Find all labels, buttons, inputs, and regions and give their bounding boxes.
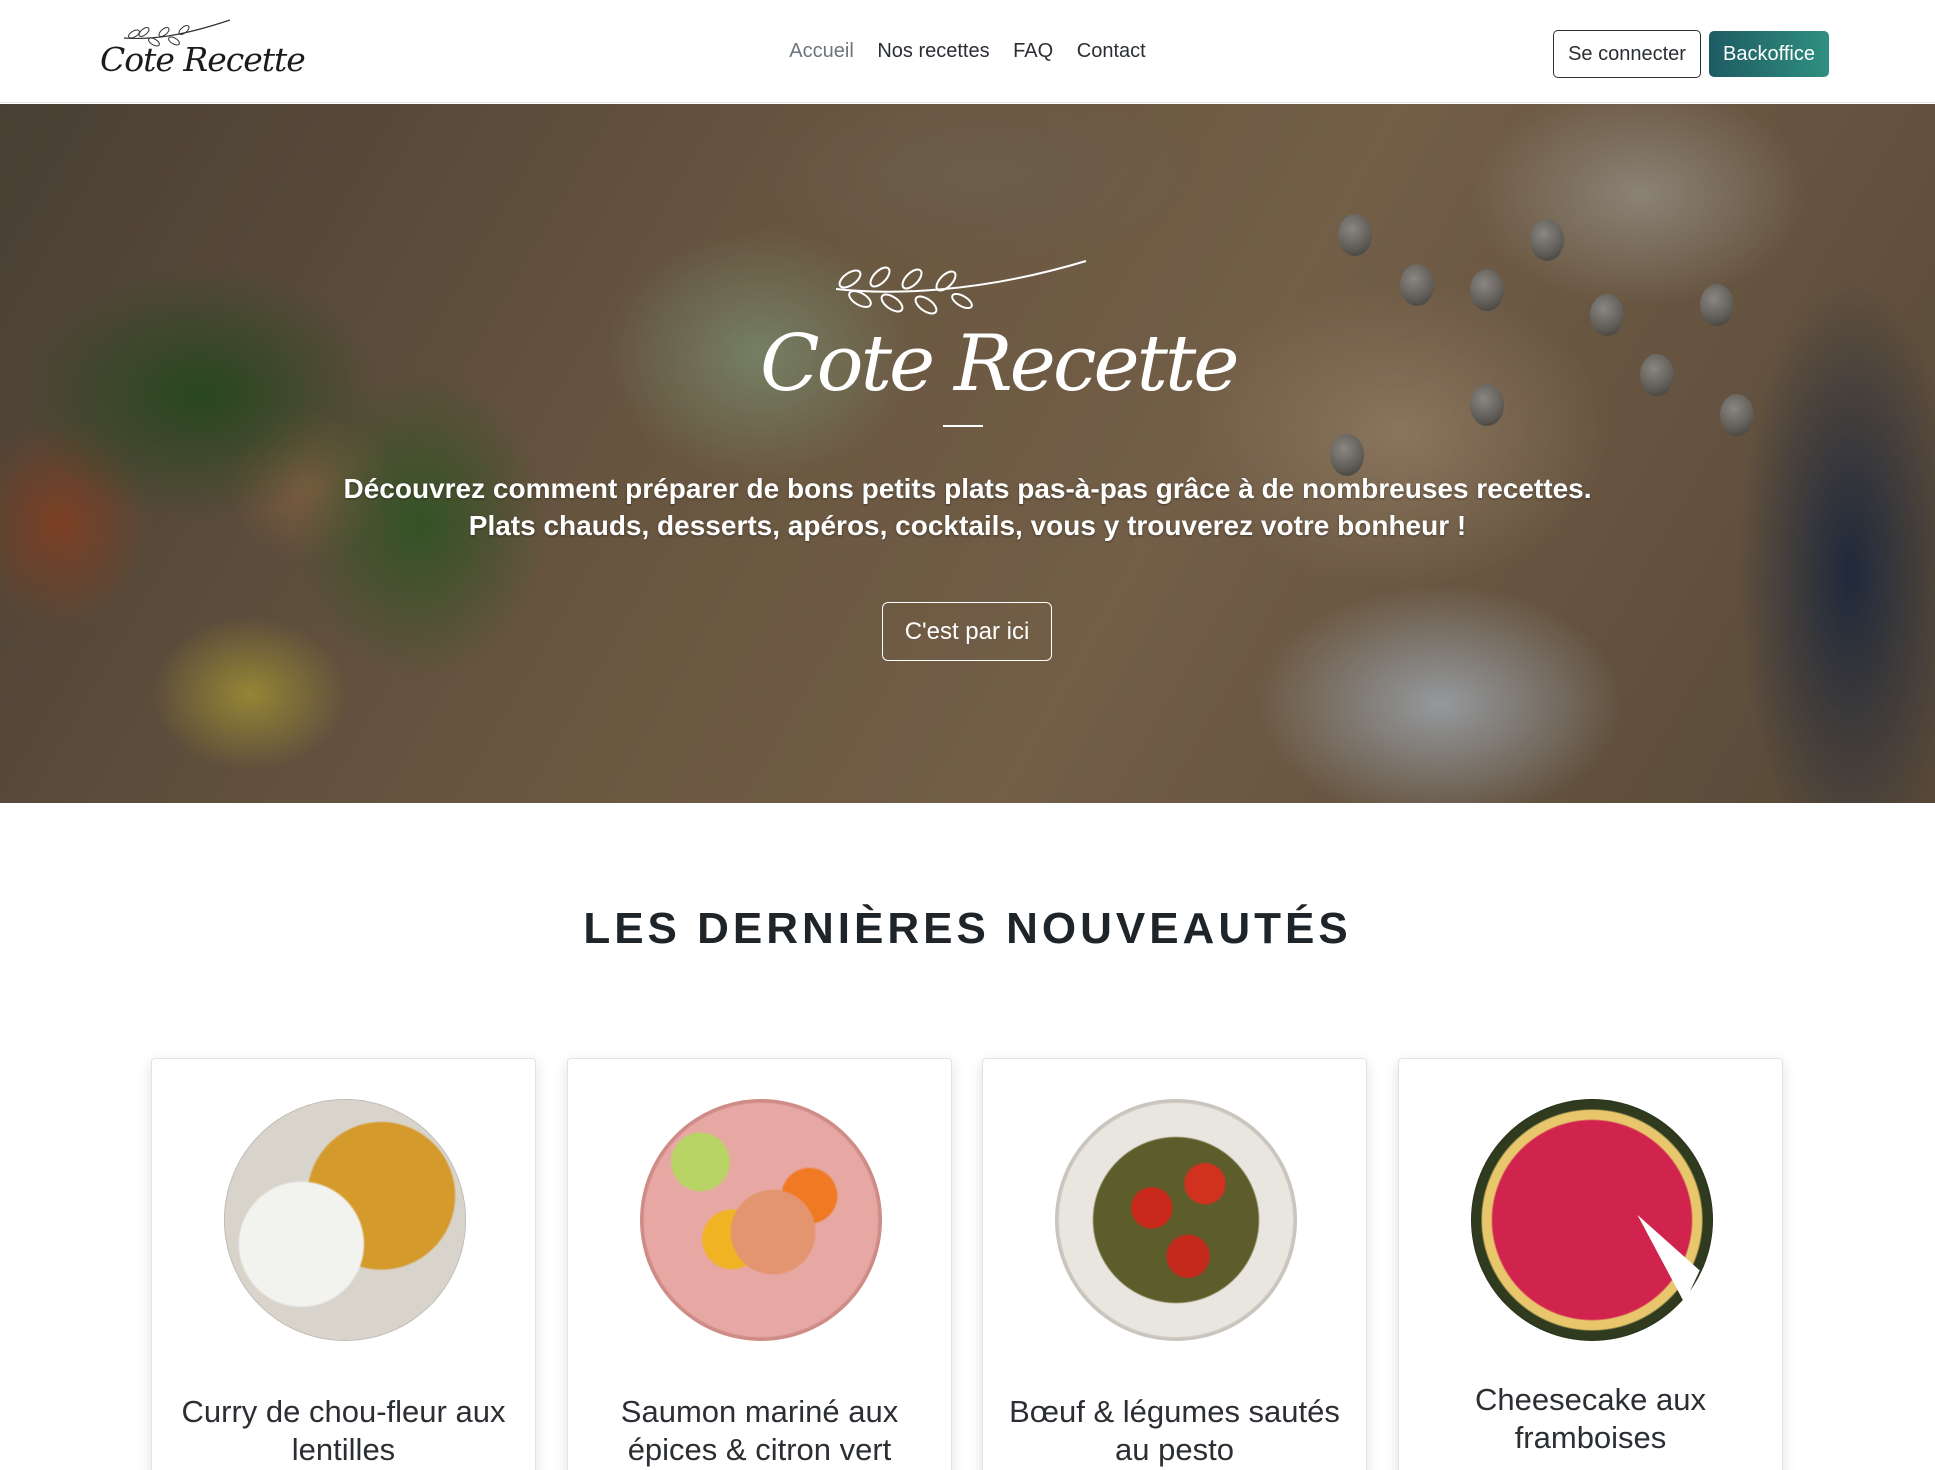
recipe-image — [1055, 1099, 1297, 1341]
hero-tagline-line1: Découvrez comment préparer de bons petit… — [343, 473, 1592, 504]
recipe-card[interactable]: Cheesecake aux framboises — [1398, 1058, 1783, 1470]
section-title: LES DERNIÈRES NOUVEAUTÉS — [583, 904, 1352, 953]
login-button[interactable]: Se connecter — [1553, 30, 1701, 78]
navbar: Cote Recette Accueil Nos recettes FAQ Co… — [0, 0, 1935, 103]
hero-cta-button[interactable]: C'est par ici — [882, 602, 1052, 661]
backoffice-button[interactable]: Backoffice — [1709, 31, 1829, 77]
divider-line — [943, 425, 983, 427]
recipe-title: Saumon mariné aux épices & citron vert — [620, 1394, 899, 1467]
hero-logo-text: Cote Recette — [760, 319, 1240, 409]
recipe-card[interactable]: Curry de chou-fleur aux lentilles — [151, 1058, 536, 1470]
recipe-title: Bœuf & légumes sautés au pesto — [1009, 1394, 1340, 1467]
recipe-card[interactable]: Bœuf & légumes sautés au pesto — [982, 1058, 1367, 1470]
recipe-image — [1471, 1099, 1713, 1341]
recipe-title: Curry de chou-fleur aux lentilles — [181, 1394, 506, 1467]
recipe-image — [640, 1099, 882, 1341]
nav-link-contact[interactable]: Contact — [1077, 40, 1146, 63]
hero-tagline: Découvrez comment préparer de bons petit… — [0, 470, 1935, 544]
hero-overlay — [0, 104, 1935, 803]
recipe-card[interactable]: Saumon mariné aux épices & citron vert — [567, 1058, 952, 1470]
leaf-branch-icon — [835, 260, 1087, 315]
recipe-title: Cheesecake aux framboises — [1475, 1382, 1706, 1455]
hero-banner: Cote Recette Découvrez comment préparer … — [0, 104, 1935, 803]
hero-tagline-line2: Plats chauds, desserts, apéros, cocktail… — [468, 510, 1467, 541]
recipe-image — [224, 1099, 466, 1341]
hero-logo: Cote Recette — [760, 249, 1240, 449]
nav-link-accueil[interactable]: Accueil — [789, 40, 853, 63]
nav-link-nos-recettes[interactable]: Nos recettes — [877, 40, 989, 63]
nav-link-faq[interactable]: FAQ — [1013, 40, 1053, 63]
